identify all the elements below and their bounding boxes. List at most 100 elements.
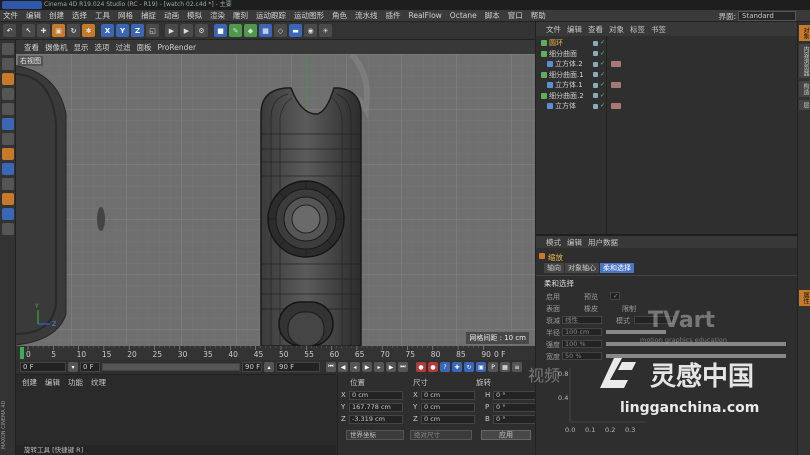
object-menu-5[interactable]: 书签 [651,24,666,35]
right-strip-tab-1[interactable]: 内容浏览器 [799,44,810,78]
viewport-menu-3[interactable]: 选项 [95,42,110,53]
menu-item-2[interactable]: 创建 [49,10,64,21]
point-level-icon[interactable]: ▦ [500,362,510,372]
start-frame-field[interactable]: 0 F [20,362,66,372]
record-icon[interactable]: ● [416,362,426,372]
range-down-icon[interactable]: ▾ [68,362,78,372]
viewport-right-view[interactable]: Y Z 右视图 网格间距 : 10 cm [16,54,535,346]
object-row[interactable]: 细分曲面.2 ✓ [536,91,798,101]
layer-dot-icon[interactable] [593,51,598,56]
layer-dot-icon[interactable] [593,93,598,98]
menu-item-20[interactable]: 帮助 [531,10,546,21]
visibility-check-icon[interactable]: ✓ [600,59,605,69]
subdivision-surface-icon[interactable]: ◆ [244,24,257,37]
layout-select[interactable]: Standard [738,11,796,21]
menu-item-11[interactable]: 运动跟踪 [256,10,286,21]
object-row[interactable]: 立方体.2 ✓ [536,59,798,69]
spline-pen-icon[interactable]: ✎ [229,24,242,37]
menu-item-10[interactable]: 雕刻 [233,10,248,21]
make-editable-icon[interactable] [2,43,14,55]
viewport-menu-5[interactable]: 面板 [137,42,152,53]
material-menu-0[interactable]: 创建 [22,377,37,388]
menu-item-15[interactable]: 插件 [386,10,401,21]
size-field[interactable]: 0 cm [421,414,475,424]
menu-item-13[interactable]: 角色 [332,10,347,21]
object-menu-1[interactable]: 编辑 [567,24,582,35]
axis-mode-icon[interactable] [2,148,14,160]
recent-tools-icon[interactable]: ✱ [82,24,95,37]
menu-item-3[interactable]: 选择 [72,10,87,21]
menu-item-4[interactable]: 工具 [95,10,110,21]
move-icon[interactable]: ✚ [37,24,50,37]
play-icon[interactable]: ▶ [362,362,372,372]
object-row[interactable]: 立方体.1 ✓ [536,80,798,90]
next-frame-icon[interactable]: ▸ [374,362,384,372]
camera-icon[interactable]: ◉ [304,24,317,37]
attribute-field[interactable]: 100 % [562,340,602,348]
viewport-menu-6[interactable]: ProRender [158,43,197,52]
menu-item-8[interactable]: 模拟 [187,10,202,21]
menu-item-0[interactable]: 文件 [3,10,18,21]
phong-tag-icon[interactable] [611,61,621,67]
material-menu-1[interactable]: 编辑 [45,377,60,388]
right-strip-tab-2[interactable]: 构造 [799,81,810,97]
render-settings-icon[interactable]: ⚙ [195,24,208,37]
visibility-check-icon[interactable]: ✓ [600,80,605,90]
x-axis-button[interactable]: X [101,24,114,37]
object-menu-2[interactable]: 查看 [588,24,603,35]
phong-tag-icon[interactable] [611,103,621,109]
object-menu-0[interactable]: 文件 [546,24,561,35]
position-field[interactable]: -3.319 cm [349,414,403,424]
array-icon[interactable]: ▦ [259,24,272,37]
deformer-icon[interactable]: ◇ [274,24,287,37]
range-slider[interactable] [102,363,240,371]
attribute-menu-1[interactable]: 编辑 [567,237,582,248]
layer-dot-icon[interactable] [593,72,598,77]
planar-workplane-icon[interactable] [2,208,14,220]
render-view-icon[interactable]: ▶ [165,24,178,37]
object-row[interactable]: 立方体 ✓ [536,101,798,111]
scale-icon[interactable]: ▣ [52,24,65,37]
polygons-mode-icon[interactable] [2,133,14,145]
snap-icon[interactable] [2,178,14,190]
timeline-ruler[interactable]: 0 5 10 15 20 25 30 35 40 45 50 55 60 65 70 75 80 85 90 0 F [16,346,535,360]
menu-item-14[interactable]: 流水线 [355,10,378,21]
floor-icon[interactable]: ▬ [289,24,302,37]
attribute-tab-2[interactable]: 柔和选择 [600,263,634,273]
visibility-check-icon[interactable]: ✓ [600,70,605,80]
menu-item-6[interactable]: 捕捉 [141,10,156,21]
layer-dot-icon[interactable] [593,103,598,109]
object-row[interactable]: 圆环 ✓ [536,38,798,48]
object-menu-3[interactable]: 对象 [609,24,624,35]
scale-key-icon[interactable]: ▣ [476,362,486,372]
object-row[interactable]: 细分曲面.1 ✓ [536,70,798,80]
locked-workplane-icon[interactable] [2,193,14,205]
z-axis-button[interactable]: Z [131,24,144,37]
range-start-field[interactable]: 0 F [80,362,100,372]
size-mode-select[interactable]: 绝对尺寸 [410,430,472,440]
prev-key-icon[interactable]: ◀ [338,362,348,372]
visibility-check-icon[interactable]: ✓ [600,38,605,48]
range-up-icon[interactable]: ▴ [264,362,274,372]
keyframe-selection-icon[interactable]: ? [440,362,450,372]
solo-icon[interactable] [2,223,14,235]
cube-icon[interactable]: ■ [214,24,227,37]
material-menu-2[interactable]: 功能 [68,377,83,388]
attribute-tab-1[interactable]: 对象轴心 [565,263,599,273]
go-to-start-icon[interactable]: ⏮ [326,362,336,372]
material-menu-3[interactable]: 纹理 [91,377,106,388]
attribute-menu-0[interactable]: 模式 [546,237,561,248]
right-strip-tab-3[interactable]: 层 [799,100,810,110]
menu-item-19[interactable]: 窗口 [508,10,523,21]
rotate-key-icon[interactable]: ↻ [464,362,474,372]
points-mode-icon[interactable] [2,103,14,115]
undo-icon[interactable]: ↶ [3,24,16,37]
phong-tag-icon[interactable] [611,82,621,88]
y-axis-button[interactable]: Y [116,24,129,37]
workplane-icon[interactable] [2,88,14,100]
size-field[interactable]: 0 cm [421,402,475,412]
render-picture-viewer-icon[interactable]: ▶ [180,24,193,37]
menu-item-17[interactable]: Octane [450,11,477,20]
light-icon[interactable]: ☀ [319,24,332,37]
texture-mode-icon[interactable] [2,73,14,85]
